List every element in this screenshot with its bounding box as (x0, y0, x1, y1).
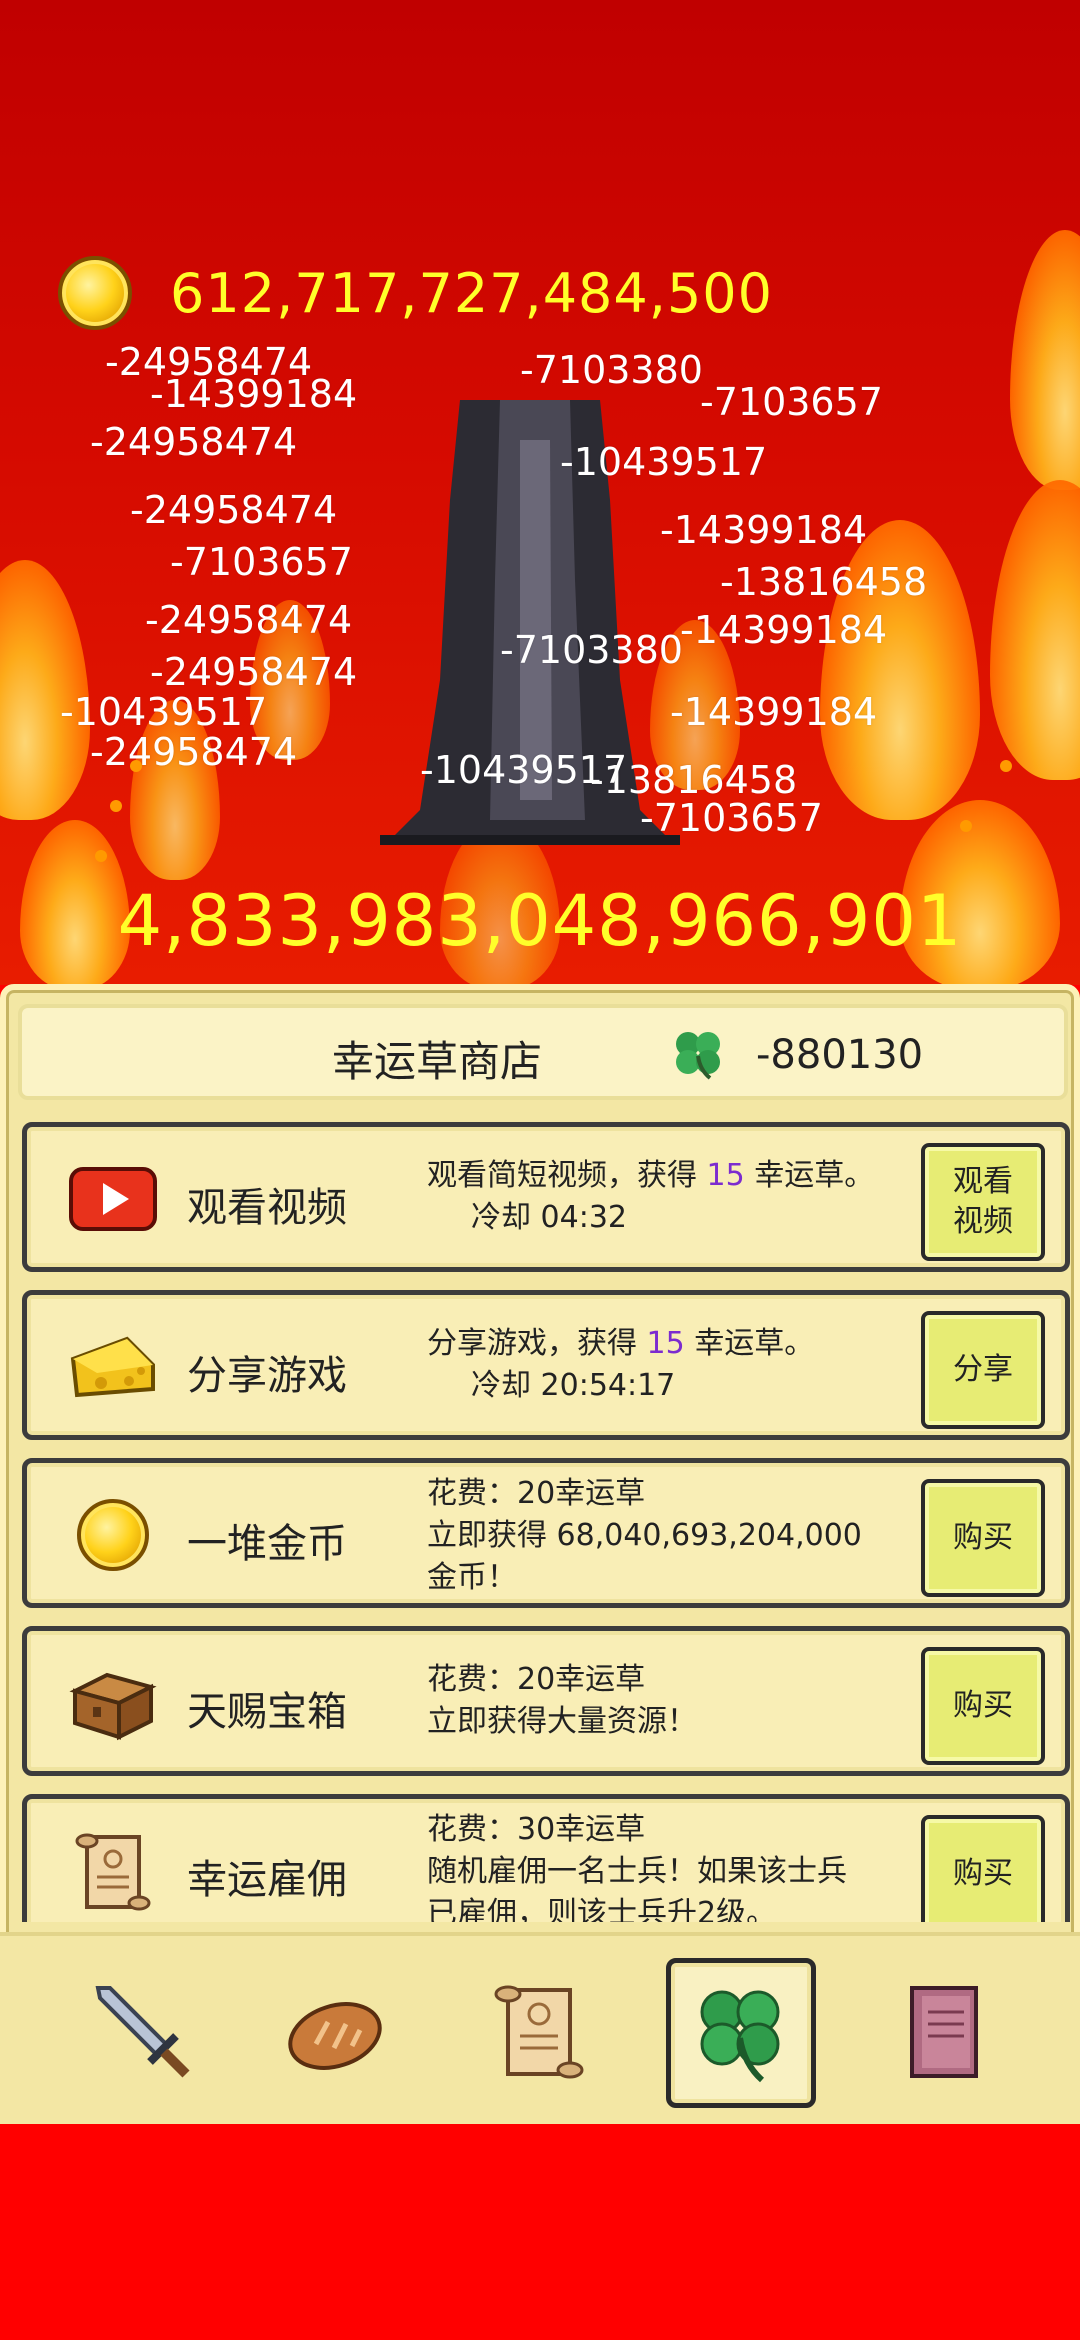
cheese-icon (70, 1336, 155, 1398)
damage-number: -10439517 (560, 440, 768, 484)
buy-button[interactable]: 购买 (921, 1479, 1045, 1597)
item-effect: 金币！ (427, 1560, 517, 1595)
item-description: 花费：30幸运草 随机雇佣一名士兵！如果该士兵 已雇佣，则该士兵升2级。 (427, 1809, 847, 1922)
buy-button[interactable]: 购买 (921, 1815, 1045, 1922)
clover-icon (700, 1990, 780, 2083)
nav-book-tab[interactable] (868, 1958, 1018, 2108)
bottom-nav (0, 1932, 1080, 2124)
nav-sword-tab[interactable] (68, 1958, 218, 2108)
item-effect: 立即获得 68,040,693,204,000 (427, 1518, 862, 1553)
damage-number: -7103380 (520, 348, 703, 392)
watch-video-button[interactable]: 观看视频 (921, 1143, 1045, 1261)
clover-icon (676, 1032, 720, 1080)
desc-text: 幸运草。 (694, 1326, 815, 1361)
nav-scroll-tab[interactable] (464, 1958, 614, 2108)
shop-item-gold-pile: 一堆金币 花费：20幸运草 立即获得 68,040,693,204,000 金币… (22, 1458, 1070, 1608)
damage-number: -14399184 (670, 690, 878, 734)
damage-number: -24958474 (145, 598, 353, 642)
damage-number: -24958474 (130, 488, 338, 532)
shop-header: 幸运草商店 -880130 (18, 1004, 1068, 1100)
shop-item-list[interactable]: 观看视频 观看简短视频，获得 15 幸运草。 冷却 04:32 观看视频 分享游… (6, 1122, 1080, 1922)
buy-button[interactable]: 购买 (921, 1647, 1045, 1765)
cooldown-timer: 冷却 04:32 (471, 1200, 627, 1235)
damage-number: -7103657 (640, 796, 823, 840)
item-description: 花费：20幸运草 立即获得大量资源！ (427, 1659, 697, 1743)
nav-bread-tab[interactable] (260, 1958, 410, 2108)
damage-number: -10439517 (60, 690, 268, 734)
damage-number: -24958474 (90, 730, 298, 774)
damage-number: -14399184 (680, 608, 888, 652)
item-description: 观看简短视频，获得 15 幸运草。 冷却 04:32 (427, 1155, 874, 1239)
item-name: 幸运雇佣 (187, 1857, 347, 1903)
sword-icon (95, 1986, 190, 2078)
gold-coin-icon (67, 1493, 159, 1577)
damage-number: -14399184 (150, 372, 358, 416)
desc-text: 幸运草。 (754, 1158, 875, 1193)
item-name: 分享游戏 (187, 1353, 347, 1399)
item-name: 天赐宝箱 (187, 1689, 347, 1735)
nav-clover-tab[interactable] (666, 1958, 816, 2108)
desc-text: 分享游戏，获得 (427, 1326, 637, 1361)
book-icon (910, 1986, 978, 2078)
game-area: 612,717,727,484,500 -24958474 -7103380 -… (0, 0, 1080, 985)
shop-item-share-game: 分享游戏 分享游戏，获得 15 幸运草。 冷却 20:54:17 分享 (22, 1290, 1070, 1440)
damage-numbers-layer: -24958474 -7103380 -14399184 -24958474 -… (0, 0, 1080, 900)
item-description: 花费：20幸运草 立即获得 68,040,693,204,000 金币！ (427, 1473, 862, 1599)
shop-title: 幸运草商店 (332, 1037, 543, 1086)
button-label: 分享 (953, 1352, 1013, 1387)
item-name: 一堆金币 (187, 1521, 347, 1567)
damage-number: -7103657 (170, 540, 353, 584)
item-effect: 已雇佣，则该士兵升2级。 (427, 1896, 777, 1922)
damage-number: -14399184 (660, 508, 868, 552)
shop-item-watch-video: 观看视频 观看简短视频，获得 15 幸运草。 冷却 04:32 观看视频 (22, 1122, 1070, 1272)
button-label: 购买 (953, 1688, 1013, 1723)
item-effect: 立即获得大量资源！ (427, 1704, 697, 1739)
item-cost: 花费：20幸运草 (427, 1476, 646, 1511)
reward-amount: 15 (706, 1158, 745, 1193)
damage-number: -24958474 (150, 650, 358, 694)
item-name: 观看视频 (187, 1185, 347, 1231)
item-cost: 花费：20幸运草 (427, 1662, 646, 1697)
button-label: 观看视频 (953, 1164, 1013, 1239)
button-label: 购买 (953, 1856, 1013, 1891)
boss-health-value: 4,833,983,048,966,901 (117, 880, 963, 962)
item-effect: 随机雇佣一名士兵！如果该士兵 (427, 1854, 847, 1889)
shop-item-treasure-chest: 天赐宝箱 花费：20幸运草 立即获得大量资源！ 购买 (22, 1626, 1070, 1776)
scroll-icon (494, 1985, 584, 2079)
video-play-icon (69, 1167, 157, 1231)
button-label: 购买 (953, 1520, 1013, 1555)
item-description: 分享游戏，获得 15 幸运草。 冷却 20:54:17 (427, 1323, 814, 1407)
reward-amount: 15 (646, 1326, 685, 1361)
shop-item-lucky-hire: 幸运雇佣 花费：30幸运草 随机雇佣一名士兵！如果该士兵 已雇佣，则该士兵升2级… (22, 1794, 1070, 1922)
damage-number: -24958474 (90, 420, 298, 464)
cooldown-timer: 冷却 20:54:17 (471, 1368, 676, 1403)
damage-number: -7103657 (700, 380, 883, 424)
damage-number: -10439517 (420, 748, 628, 792)
clover-balance: -880130 (756, 1032, 924, 1078)
treasure-chest-icon (69, 1672, 157, 1741)
desc-text: 观看简短视频，获得 (427, 1158, 697, 1193)
bread-icon (288, 2002, 382, 2070)
scroll-icon (75, 1833, 151, 1911)
damage-number: -13816458 (720, 560, 928, 604)
item-cost: 花费：30幸运草 (427, 1812, 646, 1847)
damage-number: -7103380 (500, 628, 683, 672)
share-button[interactable]: 分享 (921, 1311, 1045, 1429)
